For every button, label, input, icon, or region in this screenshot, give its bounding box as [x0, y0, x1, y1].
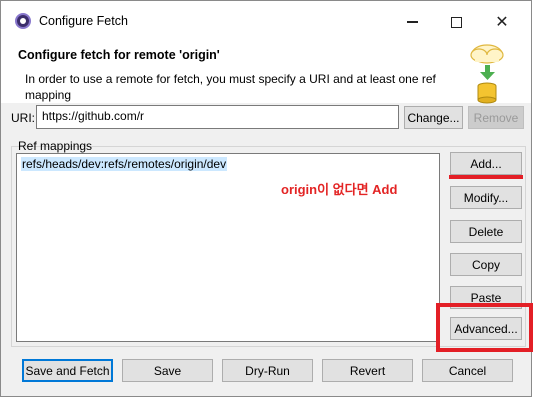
minimize-icon: [406, 21, 418, 23]
eclipse-icon: [15, 13, 31, 29]
page-title: Configure fetch for remote 'origin': [18, 48, 220, 62]
revert-button[interactable]: Revert: [322, 359, 413, 382]
ref-mappings-label: Ref mappings: [18, 139, 93, 153]
page-description: In order to use a remote for fetch, you …: [25, 72, 436, 102]
minimize-button[interactable]: [395, 9, 429, 35]
cancel-button[interactable]: Cancel: [422, 359, 513, 382]
maximize-icon: [450, 16, 462, 28]
redaction: [144, 110, 295, 120]
add-mapping-button[interactable]: Add...: [450, 152, 522, 175]
modify-mapping-button[interactable]: Modify...: [450, 186, 522, 209]
uri-value: https://github.com/r: [42, 109, 145, 123]
change-uri-button[interactable]: Change...: [404, 106, 463, 129]
configure-fetch-dialog: Configure Fetch ✕ Configure fetch for re…: [0, 0, 533, 397]
annotation-underline: [449, 175, 523, 179]
uri-field[interactable]: https://github.com/r: [36, 105, 399, 129]
save-button[interactable]: Save: [122, 359, 213, 382]
wizard-header: Configure fetch for remote 'origin' In o…: [1, 41, 531, 103]
copy-mapping-button[interactable]: Copy: [450, 253, 522, 276]
maximize-button[interactable]: [439, 9, 473, 35]
uri-label: URI:: [11, 111, 35, 125]
save-and-fetch-button[interactable]: Save and Fetch: [22, 359, 113, 382]
window-title: Configure Fetch: [39, 14, 128, 28]
remove-uri-button[interactable]: Remove: [468, 106, 524, 129]
dry-run-button[interactable]: Dry-Run: [222, 359, 313, 382]
delete-mapping-button[interactable]: Delete: [450, 220, 522, 243]
annotation-text: origin이 없다면 Add: [281, 182, 398, 197]
title-bar: Configure Fetch ✕: [1, 1, 531, 41]
list-item[interactable]: refs/heads/dev:refs/remotes/origin/dev: [21, 157, 228, 171]
close-icon: ✕: [495, 14, 509, 31]
close-button[interactable]: ✕: [485, 9, 519, 35]
annotation-highlight-box: [436, 303, 533, 352]
cloud-database-fetch-icon: [470, 44, 504, 104]
